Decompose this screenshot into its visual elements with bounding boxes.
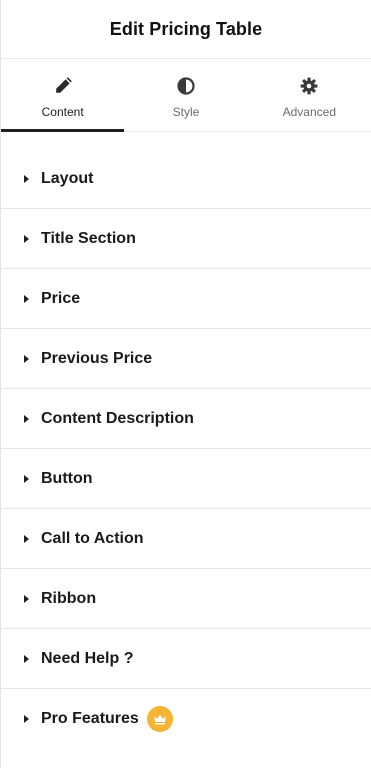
tab-style-label: Style	[172, 105, 200, 119]
section-label: Layout	[41, 169, 94, 187]
tab-content-label: Content	[41, 105, 84, 119]
tab-bar: Content Style Advanced	[1, 59, 371, 132]
tab-advanced-label: Advanced	[282, 105, 336, 119]
crown-icon	[146, 706, 173, 732]
caret-right-icon	[24, 715, 29, 723]
caret-right-icon	[24, 234, 29, 243]
tab-advanced[interactable]: Advanced	[248, 59, 371, 131]
caret-right-icon	[24, 174, 29, 183]
panel-title: Edit Pricing Table	[109, 18, 263, 39]
caret-right-icon	[24, 474, 29, 483]
section-label: Pro Features	[41, 710, 139, 727]
section-content-description[interactable]: Content Description	[1, 389, 371, 449]
section-list: Layout Title Section Price Previous Pric…	[1, 132, 371, 749]
caret-right-icon	[24, 594, 29, 603]
section-label: Need Help ?	[41, 649, 134, 667]
section-call-to-action[interactable]: Call to Action	[1, 509, 371, 569]
section-pro-features[interactable]: Pro Features	[1, 689, 371, 749]
section-layout[interactable]: Layout	[1, 149, 371, 209]
caret-right-icon	[24, 414, 29, 423]
half-circle-icon	[176, 76, 196, 96]
section-label: Price	[41, 289, 81, 307]
active-tab-indicator	[1, 129, 124, 132]
gear-icon	[299, 76, 319, 96]
section-label: Call to Action	[41, 529, 144, 547]
caret-right-icon	[24, 534, 29, 543]
section-label: Previous Price	[41, 349, 153, 367]
tab-style[interactable]: Style	[124, 59, 247, 131]
editor-panel: Edit Pricing Table Content Style Advance…	[0, 0, 371, 768]
tab-content[interactable]: Content	[1, 59, 124, 131]
caret-right-icon	[24, 654, 29, 663]
section-label: Title Section	[41, 229, 136, 247]
section-title-section[interactable]: Title Section	[1, 209, 371, 269]
section-label: Content Description	[41, 409, 194, 427]
section-label: Button	[41, 469, 93, 487]
pencil-icon	[53, 76, 73, 96]
section-label: Ribbon	[41, 589, 97, 607]
caret-right-icon	[24, 294, 29, 303]
caret-right-icon	[24, 354, 29, 363]
section-ribbon[interactable]: Ribbon	[1, 569, 371, 629]
section-previous-price[interactable]: Previous Price	[1, 329, 371, 389]
section-price[interactable]: Price	[1, 269, 371, 329]
section-button[interactable]: Button	[1, 449, 371, 509]
section-need-help[interactable]: Need Help ?	[1, 629, 371, 689]
panel-header: Edit Pricing Table	[1, 0, 371, 59]
